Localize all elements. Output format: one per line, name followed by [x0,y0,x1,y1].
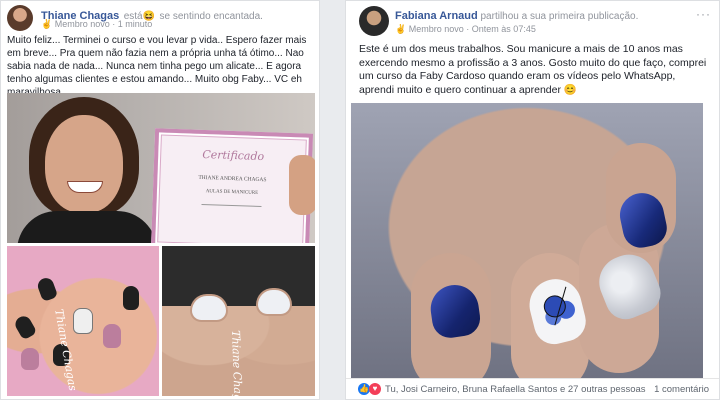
more-options-icon[interactable]: ··· [696,7,711,21]
toe-nail [192,296,226,320]
nail [103,324,121,348]
post-header: Fabiana Arnaud partilhou a sua primeira … [346,1,719,37]
author-name[interactable]: Fabiana Arnaud [395,10,478,22]
nail [21,348,39,370]
certificate-photo[interactable]: Certificado THIANE ANDREA CHAGAS AULAS D… [7,93,315,243]
members-icon: ✌ [395,24,407,34]
love-reaction-icon[interactable]: ♥ [369,383,381,395]
post-text: Este é um dos meus trabalhos. Sou manicu… [359,43,707,96]
nails-art-photo[interactable] [351,103,703,379]
members-icon: ✌ [41,19,53,29]
comments-count[interactable]: 1 comentário [654,384,709,395]
avatar[interactable] [7,5,33,31]
nails-photo-2[interactable]: Thiane Chagas [162,246,315,396]
certificate-title: Certificado [202,147,265,164]
action-text: partilhou a sua primeira publicação. [480,11,639,22]
membership-badge[interactable]: Membro novo [55,19,110,29]
avatar[interactable] [359,6,389,36]
certificate-course: AULAS DE MANICURE [205,189,259,196]
membership-badge[interactable]: Membro novo [409,24,464,34]
timestamp[interactable]: 1 minuto [118,19,153,29]
nail [123,286,139,310]
nails-photo-1[interactable]: Thiane Chagas [7,246,159,396]
face-shape [45,115,123,213]
feeling-text: se sentindo encantada. [159,11,263,22]
reactions-summary[interactable]: Tu, Josi Carneiro, Bruna Rafaella Santos… [385,384,646,395]
post-header: Thiane Chagas está😆 se sentindo encantad… [1,1,319,31]
certificate-name: THIANE ANDREA CHAGAS [198,174,267,184]
timestamp[interactable]: Ontem às 07:45 [472,24,536,34]
toe-nail [258,290,290,314]
shirt-shape [17,211,157,243]
hand-shape [289,155,315,215]
post-fabiana: Fabiana Arnaud partilhou a sua primeira … [345,0,720,400]
nail [73,308,93,334]
post-text: Muito feliz... Terminei o curso e vou le… [7,35,307,98]
post-footer: 👍 ♥ Tu, Josi Carneiro, Bruna Rafaella Sa… [346,378,719,399]
post-thiane: Thiane Chagas está😆 se sentindo encantad… [0,0,320,400]
